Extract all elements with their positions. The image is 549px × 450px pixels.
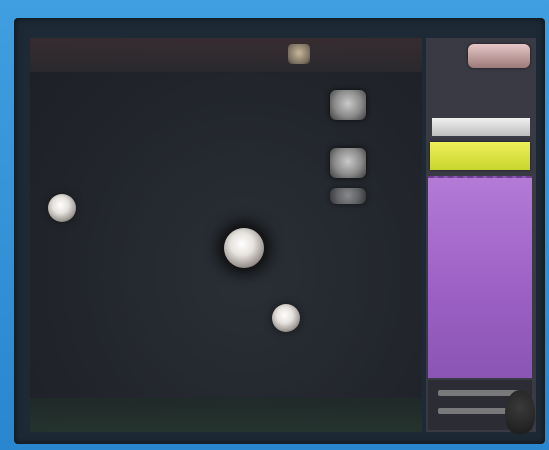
score-button[interactable] xyxy=(468,44,530,68)
control-knob-icon[interactable] xyxy=(505,390,535,434)
orb-icon[interactable] xyxy=(48,194,76,222)
meter-yellow-bar xyxy=(430,142,530,170)
playfield[interactable] xyxy=(30,38,422,432)
playfield-top-strip xyxy=(30,38,422,72)
orb-icon[interactable] xyxy=(272,304,300,332)
game-screen xyxy=(0,0,549,450)
playfield-bottom-strip xyxy=(30,398,422,432)
meter-white-bar xyxy=(432,118,530,136)
orb-icon[interactable] xyxy=(224,228,264,268)
small-tile-icon xyxy=(288,44,310,64)
block-icon[interactable] xyxy=(330,148,366,178)
block-icon[interactable] xyxy=(330,90,366,120)
block-icon[interactable] xyxy=(330,188,366,204)
meter-purple-panel xyxy=(428,176,532,378)
